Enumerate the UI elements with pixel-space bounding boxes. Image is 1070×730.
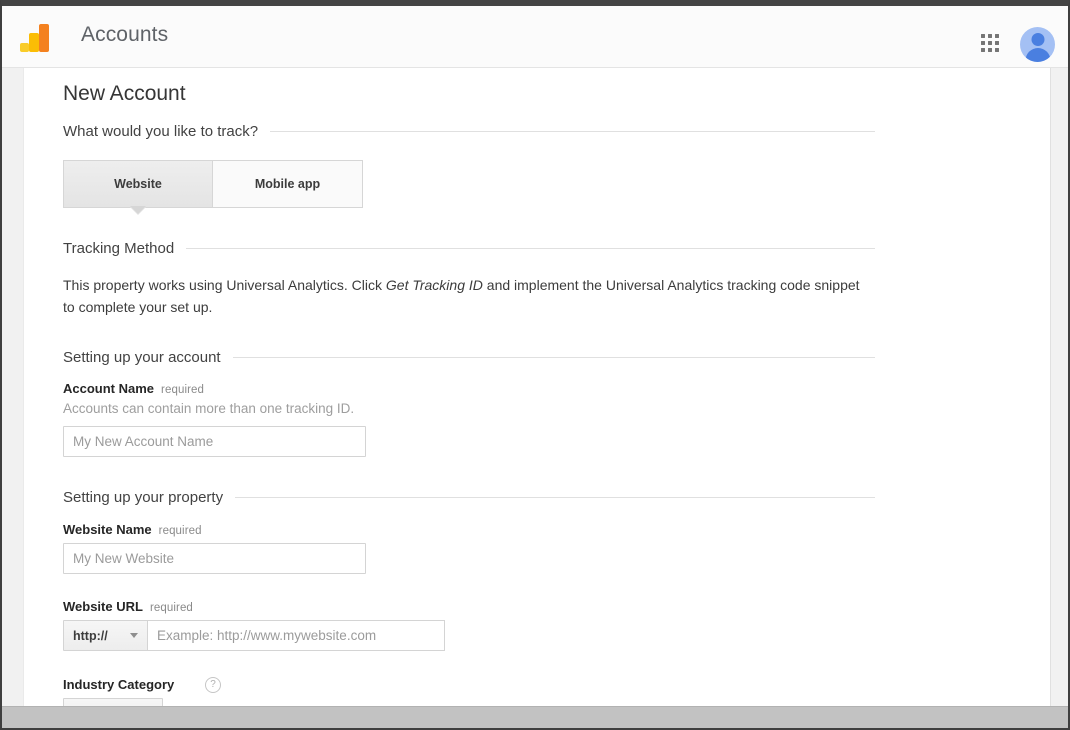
app-header-bar: Accounts — [2, 6, 1068, 68]
tab-selected-notch — [130, 206, 146, 215]
logo-bar-medium — [29, 33, 39, 52]
website-name-label-text: Website Name — [63, 522, 152, 537]
account-avatar-icon[interactable] — [1020, 27, 1055, 62]
account-name-label: Account Name required — [63, 381, 204, 396]
section-rule — [270, 131, 875, 132]
website-name-label: Website Name required — [63, 522, 202, 537]
track-type-tabs: Website Mobile app — [63, 160, 363, 215]
apps-grid-icon[interactable] — [981, 34, 1000, 53]
website-url-label-text: Website URL — [63, 599, 143, 614]
account-name-label-text: Account Name — [63, 381, 155, 396]
website-name-required-badge: required — [158, 525, 202, 537]
section-rule — [186, 248, 875, 249]
account-name-hint: Accounts can contain more than one track… — [63, 401, 355, 416]
help-icon[interactable]: ? — [205, 677, 221, 693]
section-header-account: Setting up your account — [63, 349, 875, 366]
section-title-track: What would you like to track? — [63, 123, 259, 140]
section-header-tracking-method: Tracking Method — [63, 240, 875, 257]
section-header-track: What would you like to track? — [63, 123, 875, 140]
avatar-body — [1025, 48, 1050, 62]
avatar-head — [1031, 33, 1044, 46]
section-title-account: Setting up your account — [63, 349, 221, 366]
website-url-input[interactable] — [148, 620, 445, 651]
tracking-text-italic: Get Tracking ID — [385, 277, 483, 293]
account-name-input[interactable] — [63, 426, 366, 457]
website-name-input[interactable] — [63, 543, 366, 574]
left-gutter — [2, 68, 24, 706]
website-url-row: http:// — [63, 620, 445, 651]
protocol-select-value: http:// — [73, 628, 108, 643]
industry-category-label: Industry Category — [63, 677, 174, 692]
browser-window: Accounts New Account What would you like… — [0, 0, 1070, 730]
industry-category-select[interactable]: Select One — [63, 698, 163, 706]
logo-bar-tall — [39, 24, 49, 52]
chevron-down-icon — [130, 633, 138, 638]
account-name-required-badge: required — [161, 384, 205, 396]
website-url-required-badge: required — [149, 602, 193, 614]
website-url-label: Website URL required — [63, 599, 193, 614]
protocol-select[interactable]: http:// — [63, 620, 148, 651]
section-title-property: Setting up your property — [63, 489, 224, 506]
tracking-text-before: This property works using Universal Anal… — [63, 277, 386, 293]
vertical-scrollbar-track[interactable] — [1050, 68, 1068, 706]
logo-bar-small — [20, 43, 29, 52]
section-rule — [232, 357, 875, 358]
tracking-method-description: This property works using Universal Anal… — [63, 274, 875, 318]
google-analytics-logo[interactable] — [20, 24, 50, 52]
section-rule — [235, 497, 875, 498]
industry-category-label-text: Industry Category — [63, 677, 175, 692]
section-header-property: Setting up your property — [63, 489, 875, 506]
tab-website[interactable]: Website — [63, 160, 213, 215]
horizontal-scrollbar-track[interactable] — [2, 706, 1068, 728]
app-title: Accounts — [81, 23, 169, 46]
page-title: New Account — [63, 82, 186, 105]
tab-mobile-app[interactable]: Mobile app — [213, 160, 363, 208]
section-title-tracking-method: Tracking Method — [63, 240, 175, 257]
tab-mobile-app-label: Mobile app — [254, 177, 321, 191]
tab-website-label: Website — [114, 177, 162, 191]
main-content-area: New Account What would you like to track… — [25, 68, 1050, 706]
